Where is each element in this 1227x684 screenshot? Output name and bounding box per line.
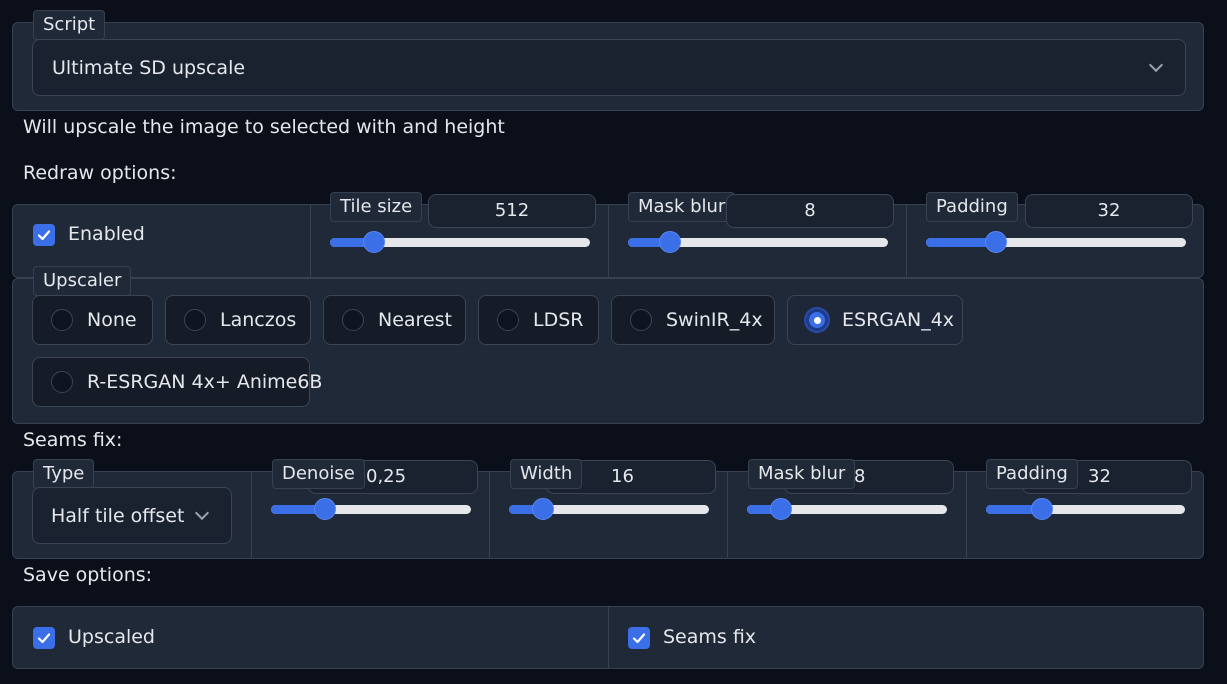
chevron-down-icon <box>1148 57 1164 73</box>
mask-blur-input[interactable]: 8 <box>726 194 894 228</box>
chevron-down-icon <box>194 505 210 521</box>
check-icon <box>632 633 646 644</box>
padding-slider[interactable] <box>926 231 1186 253</box>
info-text: Will upscale the image to selected with … <box>23 116 505 138</box>
radio-ldsr[interactable] <box>497 309 519 331</box>
upscaler-option-ldsr[interactable]: LDSR <box>478 295 599 345</box>
option-label: SwinIR_4x <box>666 309 763 331</box>
mask-blur-cell <box>608 205 609 277</box>
script-label: Script <box>33 10 106 40</box>
radio-nearest[interactable] <box>342 309 364 331</box>
option-label: Nearest <box>378 309 452 331</box>
save-heading: Save options: <box>23 564 153 586</box>
radio-lanczos[interactable] <box>184 309 206 331</box>
upscaler-option-esrgan[interactable]: ESRGAN_4x <box>787 295 963 345</box>
seams-fix-label: Seams fix <box>663 626 757 648</box>
seams-padding-slider[interactable] <box>986 498 1185 520</box>
seams-fix-checkbox[interactable] <box>628 627 650 649</box>
type-label: Type <box>33 459 95 489</box>
option-label: R-ESRGAN 4x+ Anime6B <box>87 371 323 393</box>
option-label: ESRGAN_4x <box>842 309 955 331</box>
radio-swinir[interactable] <box>630 309 652 331</box>
radio-r-esrgan-anime[interactable] <box>51 371 73 393</box>
upscaler-option-nearest[interactable]: Nearest <box>323 295 466 345</box>
script-dropdown[interactable]: Ultimate SD upscale <box>32 39 1186 96</box>
check-icon <box>37 230 51 241</box>
check-icon <box>37 633 51 644</box>
width-label: Width <box>510 459 583 489</box>
mask-blur-label: Mask blur <box>628 192 736 222</box>
width-slider-handle[interactable] <box>532 498 554 520</box>
seams-padding-slider-handle[interactable] <box>1030 498 1053 520</box>
option-label: None <box>87 309 137 331</box>
denoise-cell <box>251 472 252 558</box>
seams-mask-blur-cell <box>727 472 728 558</box>
upscaled-label: Upscaled <box>68 626 155 648</box>
tile-size-cell <box>310 205 311 277</box>
radio-none[interactable] <box>51 309 73 331</box>
mask-blur-slider[interactable] <box>628 231 888 253</box>
seams-mask-blur-label: Mask blur <box>748 459 856 489</box>
upscaled-checkbox[interactable] <box>33 627 55 649</box>
upscaler-option-lanczos[interactable]: Lanczos <box>165 295 311 345</box>
seams-type-dropdown[interactable]: Half tile offset <box>32 487 232 544</box>
upscaler-label: Upscaler <box>33 266 132 296</box>
upscaler-option-r-esrgan-anime[interactable]: R-ESRGAN 4x+ Anime6B <box>32 357 322 407</box>
enabled-label: Enabled <box>68 223 145 245</box>
seams-fix-save-cell <box>608 607 609 668</box>
padding-input[interactable]: 32 <box>1025 194 1193 228</box>
tile-size-input[interactable]: 512 <box>428 194 596 228</box>
option-label: Lanczos <box>220 309 297 331</box>
width-cell <box>489 472 490 558</box>
upscaler-option-none[interactable]: None <box>32 295 153 345</box>
padding-label: Padding <box>926 192 1018 222</box>
width-slider[interactable] <box>509 498 709 520</box>
tile-size-label: Tile size <box>330 192 423 222</box>
denoise-slider-handle[interactable] <box>314 498 336 520</box>
seams-type-value: Half tile offset <box>51 504 185 527</box>
tile-size-slider[interactable] <box>330 231 590 253</box>
seams-mask-blur-slider-handle[interactable] <box>770 498 792 520</box>
redraw-heading: Redraw options: <box>23 162 177 184</box>
seams-heading: Seams fix: <box>23 429 123 451</box>
option-label: LDSR <box>533 309 584 331</box>
radio-esrgan-selected[interactable] <box>806 309 828 331</box>
denoise-label: Denoise <box>272 459 365 489</box>
upscaler-option-swinir[interactable]: SwinIR_4x <box>611 295 775 345</box>
mask-blur-slider-handle[interactable] <box>658 231 681 253</box>
seams-padding-cell <box>966 472 967 558</box>
padding-cell <box>906 205 907 277</box>
denoise-slider[interactable] <box>271 498 471 520</box>
seams-padding-label: Padding <box>986 459 1078 489</box>
script-selected-value: Ultimate SD upscale <box>52 56 246 79</box>
seams-mask-blur-slider[interactable] <box>747 498 947 520</box>
save-options-panel <box>12 606 1204 669</box>
enabled-checkbox[interactable] <box>33 224 55 246</box>
